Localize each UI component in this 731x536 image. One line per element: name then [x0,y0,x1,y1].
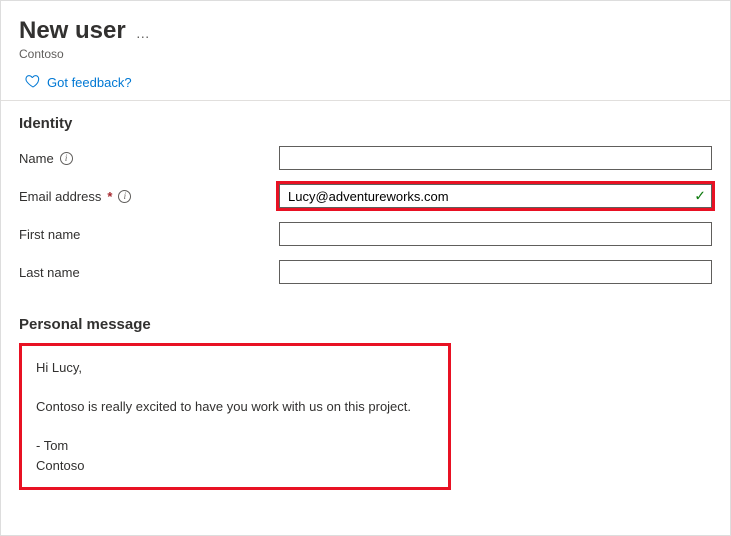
tenant-subtitle: Contoso [19,47,712,61]
name-input[interactable] [279,146,712,170]
feedback-link-text: Got feedback? [47,75,132,90]
last-name-input[interactable] [279,260,712,284]
name-label: Name [19,151,54,166]
page-title: New user [19,17,126,45]
divider [1,100,730,101]
email-label: Email address [19,189,101,204]
identity-heading: Identity [19,115,712,132]
first-name-input[interactable] [279,222,712,246]
email-input[interactable] [279,184,712,208]
last-name-label: Last name [19,265,80,280]
checkmark-icon: ✓ [694,188,706,205]
more-actions-button[interactable]: … [136,21,152,41]
feedback-link[interactable]: Got feedback? [19,73,712,92]
first-name-label: First name [19,227,80,242]
personal-message-textarea[interactable]: Hi Lucy, Contoso is really excited to ha… [19,343,451,490]
info-icon[interactable]: i [118,190,131,203]
heart-icon [25,73,41,92]
info-icon[interactable]: i [60,152,73,165]
email-input-highlight: ✓ [279,184,712,208]
required-indicator: * [107,189,112,204]
personal-message-heading: Personal message [19,316,712,333]
